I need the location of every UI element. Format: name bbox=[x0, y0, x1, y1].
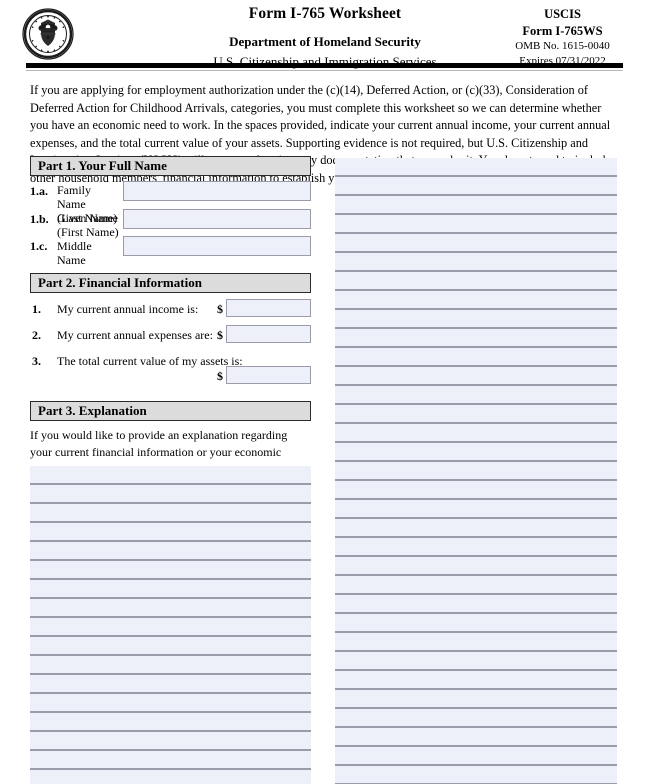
field-label-annual-expenses: My current annual expenses are: bbox=[57, 328, 213, 342]
annual-income-input[interactable] bbox=[226, 299, 311, 317]
explanation-writing-area-left[interactable] bbox=[30, 466, 311, 784]
annual-expenses-input[interactable] bbox=[226, 325, 311, 343]
agency-abbreviation: USCIS bbox=[544, 7, 581, 21]
field-number-2-1: 1. bbox=[32, 302, 41, 316]
header-divider-thick bbox=[26, 63, 623, 68]
field-number-2-3: 3. bbox=[32, 354, 41, 368]
explanation-writing-area-right[interactable] bbox=[335, 158, 617, 784]
field-label-annual-income: My current annual income is: bbox=[57, 302, 199, 316]
field-number-1c: 1.c. bbox=[30, 239, 48, 253]
field-number-1b: 1.b. bbox=[30, 212, 49, 226]
part-3-heading: Part 3. Explanation bbox=[30, 401, 311, 421]
part-2-heading: Part 2. Financial Information bbox=[30, 273, 311, 293]
middle-name-input[interactable] bbox=[123, 236, 311, 256]
header-title-block: Form I-765 Worksheet Department of Homel… bbox=[150, 5, 500, 70]
field-number-2-2: 2. bbox=[32, 328, 41, 342]
department-name: Department of Homeland Security bbox=[229, 34, 421, 49]
currency-symbol-expenses: $ bbox=[217, 328, 223, 342]
omb-number: OMB No. 1615-0040 bbox=[515, 40, 610, 52]
total-assets-input[interactable] bbox=[226, 366, 311, 384]
dhs-seal-icon bbox=[22, 8, 74, 60]
field-label-middle-name: Middle Name bbox=[57, 239, 92, 268]
header-divider-thin bbox=[26, 70, 623, 71]
header-form-meta: USCIS Form I-765WS OMB No. 1615-0040 Exp… bbox=[500, 6, 625, 68]
currency-symbol-income: $ bbox=[217, 302, 223, 316]
currency-symbol-assets: $ bbox=[217, 369, 223, 383]
family-name-input[interactable] bbox=[123, 181, 311, 201]
field-number-1a: 1.a. bbox=[30, 184, 48, 198]
document-header: Form I-765 Worksheet Department of Homel… bbox=[0, 0, 650, 69]
form-title: Form I-765 Worksheet bbox=[248, 5, 402, 22]
given-name-input[interactable] bbox=[123, 209, 311, 229]
part-1-heading: Part 1. Your Full Name bbox=[30, 156, 311, 176]
form-number: Form I-765WS bbox=[522, 23, 603, 38]
field-label-given-name: Given Name (First Name) bbox=[57, 211, 119, 240]
